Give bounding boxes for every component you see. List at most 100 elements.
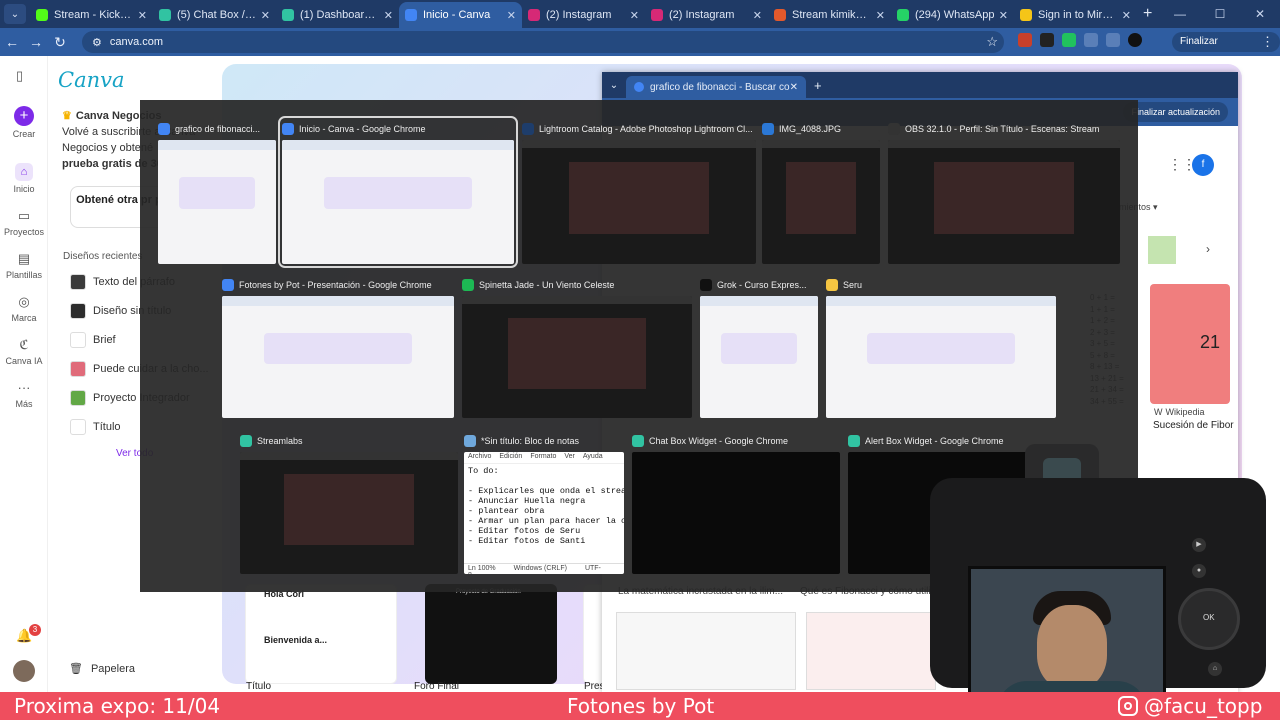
fibonacci-spiral-image[interactable]: 21 xyxy=(1150,284,1230,404)
window-title-text: OBS 32.1.0 - Perfil: Sin Título - Escena… xyxy=(905,124,1100,134)
switcher-window[interactable]: OBS 32.1.0 - Perfil: Sin Título - Escena… xyxy=(888,120,1120,264)
extension-icon[interactable] xyxy=(1018,33,1032,47)
canva-logo[interactable]: Canva xyxy=(58,68,125,92)
design-card[interactable]: Proyecto de Graduación xyxy=(425,584,557,684)
forward-icon[interactable]: → xyxy=(24,34,48,50)
recent-design-label: Brief xyxy=(93,334,116,346)
tab-title: Sign in to Miro - facu xyxy=(1038,9,1118,21)
fib-image-bottom[interactable] xyxy=(616,612,796,690)
fib-thumb[interactable] xyxy=(1148,236,1176,264)
switcher-window[interactable]: grafico de fibonacci... xyxy=(158,120,276,264)
close-icon[interactable]: ✕ xyxy=(630,9,639,22)
rail-item-proyectos[interactable]: ▭ Proyectos xyxy=(0,208,48,237)
browser-tab[interactable]: Stream kimiko kasai ✕ xyxy=(768,2,891,28)
switcher-window[interactable]: Inicio - Canva - Google Chrome xyxy=(278,116,518,268)
close-icon[interactable]: ✕ xyxy=(1122,9,1131,22)
notepad-status: Ln 100% xyxy=(468,565,496,572)
close-icon[interactable]: ✕ xyxy=(384,9,393,22)
rail-item-crear[interactable]: + Crear xyxy=(0,106,48,139)
card-sub-text: Bienvenida a... xyxy=(264,635,328,645)
extension-icon[interactable] xyxy=(1062,33,1076,47)
new-tab-button[interactable]: + xyxy=(1143,5,1152,23)
rail-item-inicio[interactable]: ⌂ Inicio xyxy=(0,163,48,194)
close-window-button[interactable]: ✕ xyxy=(1240,0,1280,28)
rail-item-plantillas[interactable]: ▤ Plantillas xyxy=(0,251,48,280)
switcher-window[interactable]: Lightroom Catalog - Adobe Photoshop Ligh… xyxy=(522,120,756,264)
switcher-window[interactable]: Chat Box Widget - Google Chrome xyxy=(632,432,840,574)
notepad-line: To do: xyxy=(468,466,499,476)
close-icon[interactable]: ✕ xyxy=(999,9,1008,22)
notepad-text[interactable]: To do: - Explicarles que onda el stream - … xyxy=(464,464,624,548)
switcher-window[interactable]: Spinetta Jade - Un Viento Celeste xyxy=(462,276,692,418)
streamlabs-icon xyxy=(282,9,294,21)
site-info-icon[interactable]: ⚙ xyxy=(92,36,102,49)
window-title-text: grafico de fibonacci... xyxy=(175,124,261,134)
folder-icon xyxy=(826,279,838,291)
browser-tab[interactable]: (5) Chat Box / Stream ✕ xyxy=(153,2,276,28)
wiki-source[interactable]: W Wikipedia xyxy=(1154,407,1205,417)
notepad-status: Windows (CRLF) xyxy=(513,565,567,572)
switcher-window-title: Fotones by Pot - Presentación - Google C… xyxy=(222,276,454,294)
switcher-window[interactable]: Fotones by Pot - Presentación - Google C… xyxy=(222,276,454,418)
minimize-button[interactable]: — xyxy=(1160,0,1200,28)
back-icon[interactable]: ← xyxy=(0,34,24,50)
streamlabs-icon xyxy=(159,9,171,21)
switcher-window-title: *Sin título: Bloc de notas xyxy=(464,432,624,450)
close-icon[interactable]: ✕ xyxy=(261,9,270,22)
window2-tab[interactable]: grafico de fibonacci - Buscar co ✕ xyxy=(626,76,806,98)
switcher-window[interactable]: Grok - Curso Expres... xyxy=(700,276,818,418)
rail-item-mas[interactable]: ··· Más xyxy=(0,380,48,409)
browser-tab[interactable]: (1) Dashboard / Strea ✕ xyxy=(276,2,399,28)
fib-image-bottom[interactable] xyxy=(806,612,936,690)
browser-tab[interactable]: (2) Instagram ✕ xyxy=(645,2,768,28)
switcher-window[interactable]: IMG_4088.JPG xyxy=(762,120,880,264)
close-icon[interactable]: ✕ xyxy=(876,9,885,22)
rail-label: Canva IA xyxy=(5,356,43,366)
rail-item-marca[interactable]: ◎ Marca xyxy=(0,294,48,323)
notepad-menu-item[interactable]: Ayuda xyxy=(583,453,603,460)
switcher-window[interactable]: Streamlabs xyxy=(240,432,458,574)
tab-search-button[interactable]: ⌄ xyxy=(4,4,26,24)
design-card[interactable]: Hola Cori Bienvenida a... xyxy=(245,584,397,684)
notepad-line xyxy=(468,476,620,486)
puzzle-icon[interactable] xyxy=(1084,33,1098,47)
browser-tab[interactable]: Inicio - Canva ✕ xyxy=(399,2,522,28)
notepad-line: - Editar fotos de Santi xyxy=(468,536,586,546)
notepad-menu-item[interactable]: Ver xyxy=(564,453,575,460)
media-icon[interactable] xyxy=(1106,33,1120,47)
rail-item-canva-ia[interactable]: ℭ Canva IA xyxy=(0,337,48,366)
profile-icon[interactable] xyxy=(1128,33,1142,47)
browser-tab[interactable]: (294) WhatsApp ✕ xyxy=(891,2,1014,28)
tab-search-button[interactable]: ⌄ xyxy=(602,80,626,91)
avatar[interactable] xyxy=(13,660,35,682)
browser-tab[interactable]: Sign in to Miro - facu ✕ xyxy=(1014,2,1137,28)
switcher-window[interactable]: Seru xyxy=(826,276,1056,418)
stream-banner: Proxima expo: 11/04 Fotones by Pot @facu… xyxy=(0,692,1280,720)
switcher-window[interactable]: *Sin título: Bloc de notas Archivo Edición… xyxy=(464,432,624,574)
chevron-right-icon[interactable]: › xyxy=(1206,242,1210,256)
maximize-button[interactable]: ☐ xyxy=(1200,0,1240,28)
browser-tab[interactable]: Stream - Kick Dashbo ✕ xyxy=(30,2,153,28)
close-icon[interactable]: ✕ xyxy=(790,82,798,93)
rail-label: Proyectos xyxy=(3,227,45,237)
close-icon[interactable]: ✕ xyxy=(138,9,147,22)
menu-kebab-icon[interactable]: ⋮ xyxy=(1261,34,1274,50)
notepad-menu-item[interactable]: Archivo xyxy=(468,453,491,460)
bookmark-star-icon[interactable]: ☆ xyxy=(986,34,998,50)
account-avatar[interactable]: f xyxy=(1192,154,1214,176)
extension-icon[interactable] xyxy=(1040,33,1054,47)
preview-bar xyxy=(700,296,818,306)
sidebar-toggle-icon[interactable]: ▯ xyxy=(16,68,23,84)
camera-body: OK ▶ ● ⌂ xyxy=(930,478,1266,720)
notepad-menu-item[interactable]: Formato xyxy=(530,453,556,460)
preview-bar xyxy=(888,140,1120,148)
browser-tab[interactable]: (2) Instagram ✕ xyxy=(522,2,645,28)
reload-icon[interactable]: ↻ xyxy=(48,34,72,51)
omnibox[interactable]: ⚙ canva.com ☆ xyxy=(82,31,1004,53)
close-icon[interactable]: ✕ xyxy=(753,9,762,22)
trash-link[interactable]: 🗑 Papelera xyxy=(69,662,135,675)
close-icon[interactable]: ✕ xyxy=(507,9,516,22)
new-tab-button[interactable]: + xyxy=(814,78,822,93)
notepad-menu-item[interactable]: Edición xyxy=(499,453,522,460)
update-button[interactable]: Finalizar actualización xyxy=(1123,102,1228,122)
